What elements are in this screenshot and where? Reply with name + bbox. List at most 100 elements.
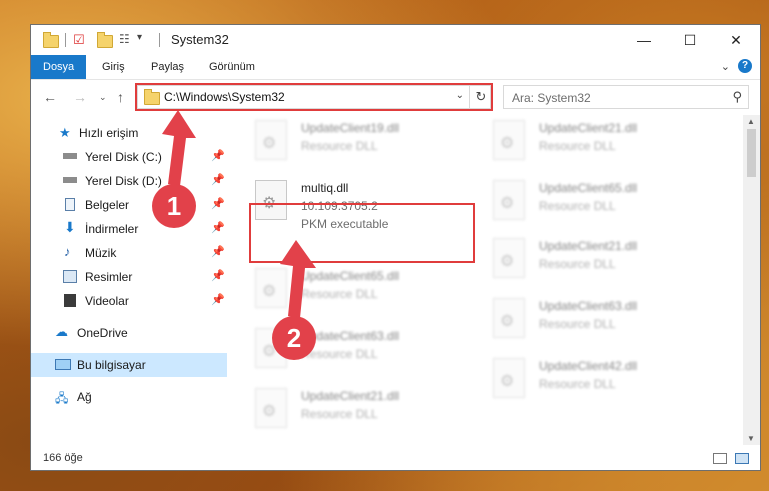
- tab-home[interactable]: Giriş: [102, 55, 125, 79]
- dll-file-icon: [493, 298, 525, 338]
- file-explorer-window: ☑ ☷ ▾ System32 — ☐ ✕ Dosya Giriş Paylaş …: [30, 24, 761, 471]
- item-count: 166 öğe: [43, 452, 83, 464]
- list-item[interactable]: UpdateClient65.dll Resource DLL: [493, 177, 713, 233]
- dll-file-icon: [493, 120, 525, 160]
- file-name: UpdateClient19.dll: [301, 121, 400, 135]
- up-arrow-icon[interactable]: ↑: [117, 89, 124, 105]
- file-type: Resource DLL: [301, 139, 378, 153]
- file-name: UpdateClient42.dll: [539, 359, 638, 373]
- divider: [65, 33, 66, 47]
- tab-share[interactable]: Paylaş: [151, 55, 184, 79]
- recent-locations-chevron-icon[interactable]: ⌄: [99, 92, 107, 103]
- document-icon: [65, 198, 75, 211]
- pin-icon[interactable]: 📌: [211, 173, 225, 186]
- scrollbar-thumb[interactable]: [747, 129, 756, 177]
- pin-icon[interactable]: 📌: [211, 293, 225, 306]
- sidebar-item-label: OneDrive: [77, 326, 128, 340]
- address-path: C:\Windows\System32: [164, 90, 285, 104]
- window-title: System32: [171, 32, 229, 47]
- file-type: Resource DLL: [301, 407, 378, 421]
- video-icon: [64, 294, 76, 307]
- folder-icon: [43, 32, 59, 48]
- sidebar-item-pictures[interactable]: Resimler 📌: [31, 265, 227, 289]
- sidebar-item-local-disk-c[interactable]: Yerel Disk (C:) 📌: [31, 145, 227, 169]
- pin-icon[interactable]: 📌: [211, 149, 225, 162]
- address-bar[interactable]: C:\Windows\System32 ⌄: [137, 85, 491, 109]
- file-highlight-box: [249, 203, 475, 263]
- file-type: Resource DLL: [539, 257, 616, 271]
- file-list: UpdateClient19.dll Resource DLL multiq.d…: [227, 115, 743, 445]
- dll-file-icon: [255, 388, 287, 428]
- tab-view[interactable]: Görünüm: [209, 55, 255, 79]
- vertical-scrollbar[interactable]: ▲ ▼: [743, 115, 760, 445]
- dll-file-icon: [493, 358, 525, 398]
- details-view-icon[interactable]: [713, 453, 727, 464]
- file-name: UpdateClient21.dll: [539, 239, 638, 253]
- scroll-up-icon[interactable]: ▲: [747, 117, 755, 126]
- sidebar-item-this-pc[interactable]: Bu bilgisayar: [31, 353, 227, 377]
- view-options-icon[interactable]: ☷: [119, 32, 130, 46]
- list-item[interactable]: UpdateClient21.dll Resource DLL: [493, 235, 713, 291]
- dll-file-icon: [493, 238, 525, 278]
- list-item[interactable]: UpdateClient65.dll Resource DLL: [255, 265, 475, 321]
- sidebar-item-local-disk-d[interactable]: Yerel Disk (D:) 📌: [31, 169, 227, 193]
- search-input[interactable]: Ara: System32: [512, 91, 591, 105]
- list-item[interactable]: UpdateClient42.dll Resource DLL: [493, 355, 713, 411]
- file-name: UpdateClient65.dll: [539, 181, 638, 195]
- cloud-icon: ☁: [55, 324, 68, 339]
- minimize-button[interactable]: —: [621, 25, 667, 55]
- address-dropdown-chevron-icon[interactable]: ⌄: [456, 90, 464, 101]
- list-item[interactable]: UpdateClient63.dll Resource DLL: [493, 295, 713, 351]
- pin-icon[interactable]: 📌: [211, 245, 225, 258]
- pin-icon[interactable]: 📌: [211, 197, 225, 210]
- list-item[interactable]: UpdateClient21.dll Resource DLL: [493, 117, 713, 173]
- help-icon[interactable]: ?: [738, 59, 752, 73]
- sidebar-item-label: Müzik: [85, 246, 117, 260]
- forward-arrow-icon[interactable]: →: [73, 89, 87, 105]
- file-type: Resource DLL: [301, 287, 378, 301]
- tab-file[interactable]: Dosya: [31, 55, 87, 79]
- file-type: Resource DLL: [539, 199, 616, 213]
- pin-icon[interactable]: 📌: [211, 269, 225, 282]
- properties-icon[interactable]: ☑: [73, 32, 85, 48]
- drive-icon: [63, 177, 77, 183]
- sidebar-item-quick-access[interactable]: ★ Hızlı erişim: [31, 121, 227, 145]
- network-icon: 🖧: [55, 391, 69, 405]
- sidebar-item-onedrive[interactable]: ☁ OneDrive: [31, 321, 227, 345]
- folder-icon: [144, 89, 160, 105]
- file-name: UpdateClient21.dll: [301, 389, 400, 403]
- list-item[interactable]: UpdateClient21.dll Resource DLL: [255, 385, 475, 441]
- file-name: UpdateClient65.dll: [301, 269, 400, 283]
- sidebar-item-label: Resimler: [85, 270, 133, 284]
- sidebar-item-label: İndirmeler: [85, 222, 139, 236]
- sidebar-item-network[interactable]: 🖧 Ağ: [31, 385, 227, 409]
- scroll-down-icon[interactable]: ▼: [747, 434, 755, 443]
- navigation-bar: ← → ⌄ ↑ C:\Windows\System32 ⌄ ↻ Ara: Sys…: [31, 80, 760, 114]
- new-folder-icon[interactable]: [97, 32, 113, 48]
- large-icons-view-icon[interactable]: [735, 453, 749, 464]
- ribbon-tabs: Dosya Giriş Paylaş Görünüm ⌄ ?: [31, 55, 760, 80]
- file-name: multiq.dll: [301, 181, 349, 195]
- maximize-button[interactable]: ☐: [667, 25, 713, 55]
- sidebar-item-downloads[interactable]: ⬇ İndirmeler 📌: [31, 217, 227, 241]
- customize-toolbar-chevron-icon[interactable]: ▾: [137, 32, 142, 43]
- sidebar-item-label: Belgeler: [85, 198, 130, 212]
- close-button[interactable]: ✕: [713, 25, 759, 55]
- search-icon[interactable]: ⚲: [732, 89, 742, 105]
- list-item[interactable]: UpdateClient19.dll Resource DLL: [255, 117, 475, 173]
- pictures-icon: [63, 270, 77, 283]
- sidebar-item-documents[interactable]: Belgeler 📌: [31, 193, 227, 217]
- download-icon: ⬇: [64, 219, 76, 235]
- search-box[interactable]: Ara: System32 ⚲: [503, 85, 749, 109]
- file-type: Resource DLL: [539, 377, 616, 391]
- back-arrow-icon[interactable]: ←: [43, 89, 57, 105]
- dll-file-icon: [255, 268, 287, 308]
- expand-ribbon-chevron-icon[interactable]: ⌄: [721, 60, 730, 73]
- step-marker-2: 2: [272, 316, 316, 360]
- refresh-icon[interactable]: ↻: [469, 85, 492, 109]
- title-bar: ☑ ☷ ▾ System32 — ☐ ✕: [31, 25, 760, 55]
- sidebar-item-videos[interactable]: Videolar 📌: [31, 289, 227, 313]
- pin-icon[interactable]: 📌: [211, 221, 225, 234]
- sidebar-item-music[interactable]: ♪ Müzik 📌: [31, 241, 227, 265]
- dll-file-icon: [493, 180, 525, 220]
